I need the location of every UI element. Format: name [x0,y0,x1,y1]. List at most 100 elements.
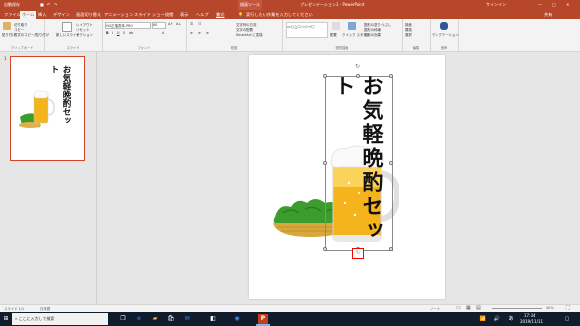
resize-handle-ne[interactable] [389,74,393,78]
file-explorer-icon[interactable]: ▰ [150,314,160,324]
slide-title-line2[interactable]: ト [332,75,357,96]
fit-slide-icon[interactable]: ⛶ [566,305,570,311]
italic-icon[interactable]: I [112,31,113,35]
tab-insert[interactable]: 挿入 [38,11,46,19]
bold-icon[interactable]: B [106,31,109,35]
shape-effects-button[interactable]: 図形の効果 [364,32,381,37]
bullets-icon[interactable]: ☰ [190,22,193,26]
voice-group-label: 音声 [440,46,448,50]
tab-design[interactable]: デザイン [53,11,70,19]
share-button[interactable]: 共有 [544,11,552,19]
underline-icon[interactable]: U [117,31,119,35]
tab-transitions[interactable]: 画面切り替え [76,11,101,19]
slides-group: 新しいスライド レイアウト リセット セクション スライド [44,19,103,51]
new-slide-icon[interactable] [62,22,72,32]
align-right-icon[interactable]: ≡ [206,31,209,35]
app-icon[interactable]: ◧ [208,314,218,324]
resize-handle-sw[interactable] [323,247,327,251]
font-grow-icon[interactable]: A↑ [168,22,173,26]
autosave-label[interactable]: 自動保存 [4,2,20,8]
clipboard-group-label: クリップボード [10,46,34,50]
redo-icon[interactable]: ↷ [54,2,57,7]
microphone-icon[interactable] [440,22,448,30]
numbering-icon[interactable]: ☷ [198,22,201,26]
slide-thumbnail[interactable]: お気軽晩酌セッ ト [10,56,85,161]
tab-animations[interactable]: アニメーション [104,11,133,19]
zoom-slider[interactable] [492,308,542,309]
font-group-label: フォント [137,46,151,50]
notification-icon[interactable]: ▢ [562,314,572,324]
font-name-select[interactable]: HG正楷書体-PRO [105,22,151,29]
app-icon[interactable]: ◉ [232,314,242,324]
minimize-icon[interactable]: — [538,2,542,7]
tab-file[interactable]: ファイル [4,11,21,19]
rotate-handle-icon[interactable]: ↻ [355,250,361,256]
maximize-icon[interactable]: □ [552,2,556,7]
resize-handle-nw[interactable] [323,74,327,78]
ribbon-tabs: ファイル ホーム 挿入 デザイン 画面切り替え アニメーション スライド ショー… [0,10,580,19]
tab-slideshow[interactable]: スライド ショー [134,11,165,19]
mail-icon[interactable]: ✉ [182,314,192,324]
shadow-icon[interactable]: S [123,31,125,35]
zoom-level[interactable]: 40% [546,306,554,310]
windows-start-icon[interactable]: ⊞ [1,314,11,324]
align-center-icon[interactable]: ≡ [198,31,201,35]
tell-me-input[interactable]: 実行したい作業を入力してください [246,11,313,19]
slides-group-label: スライド [66,46,80,50]
tab-help[interactable]: ヘルプ [196,11,209,19]
slide-title-line1[interactable]: お気軽晩酌セッ [360,75,385,243]
slide-number: 1 [4,56,7,61]
resize-handle-se[interactable] [389,247,393,251]
smartart-button[interactable]: SmartArt に変換 [236,32,263,37]
shapes-gallery[interactable]: ▭○△⬠☆◇→⬡ [286,22,328,38]
resize-handle-e[interactable] [389,161,393,165]
tab-home[interactable]: ホーム [20,11,37,19]
title-bar: 自動保存 ■ ↶ ↷ 描画ツール プレゼンテーション1 - PowerPoint… [0,0,580,10]
clock-date[interactable]: 2019/11/11 [520,319,543,324]
search-icon: ⌕ [15,316,18,321]
context-tab-label: 描画ツール [240,2,260,7]
align-left-icon[interactable]: ≡ [190,31,193,35]
document-title: プレゼンテーション1 - PowerPoint [300,2,365,7]
quick-styles-icon[interactable] [348,22,356,30]
lightbulb-icon: 💡 [238,12,244,17]
resize-handle-w[interactable] [323,161,327,165]
section-button[interactable]: セクション [76,32,93,37]
thumb-title-line1: お気軽晩酌セッ [61,65,71,125]
powerpoint-taskbar-icon[interactable]: P [258,314,268,324]
font-size-select[interactable]: 60 [152,22,166,29]
paste-icon[interactable] [3,22,11,30]
tab-view[interactable]: 表示 [180,11,188,19]
network-icon[interactable]: 📶 [478,314,488,324]
ime-icon[interactable]: あ [506,314,516,324]
normal-view-icon[interactable]: ▭ [456,305,461,311]
undo-icon[interactable]: ↶ [47,2,50,7]
select-button[interactable]: 選択 [405,32,412,37]
rotate-handle-icon[interactable]: ↻ [355,64,361,70]
arrange-button[interactable]: 配置 [330,32,337,37]
task-view-icon[interactable]: ❐ [118,314,128,324]
arrange-icon[interactable] [332,22,340,30]
strikethrough-icon[interactable]: ab [129,31,133,35]
slide-canvas[interactable]: ↻ ↻ お気軽晩酌セッ ト [249,55,445,299]
editing-group: 検索 置換 選択 編集 [402,19,431,51]
notes-button[interactable]: ノート [430,306,440,311]
sign-in-link[interactable]: サインイン [486,2,506,8]
close-icon[interactable]: ✕ [566,2,569,7]
tab-format[interactable]: 書式 [216,11,224,19]
edge-icon[interactable]: e [134,314,144,324]
clock-time[interactable]: 17:34 [524,313,536,318]
language-indicator[interactable]: 日本語 [40,306,50,311]
save-icon[interactable]: ■ [40,2,44,7]
drawing-group: ▭○△⬠☆◇→⬡ 配置 クイック スタイル 図形の塗りつぶし 図形の枠線 図形の… [282,19,403,51]
dictate-button[interactable]: ディクテーション [432,32,459,37]
tab-review[interactable]: 校閲 [165,11,173,19]
slide-sorter-icon[interactable]: ▦ [466,305,471,311]
font-shrink-icon[interactable]: A↓ [176,22,181,26]
font-color-icon[interactable]: A [162,31,164,35]
taskbar-search[interactable]: ⌕ ここに入力して検索 [12,313,108,325]
clipboard-group: 貼り付け 切り取り コピー 書式のコピー/貼り付け クリップボード [0,19,49,51]
store-icon[interactable]: 🛍 [166,314,176,324]
volume-icon[interactable]: 🔊 [492,314,502,324]
reading-view-icon[interactable]: ▤ [476,305,481,311]
